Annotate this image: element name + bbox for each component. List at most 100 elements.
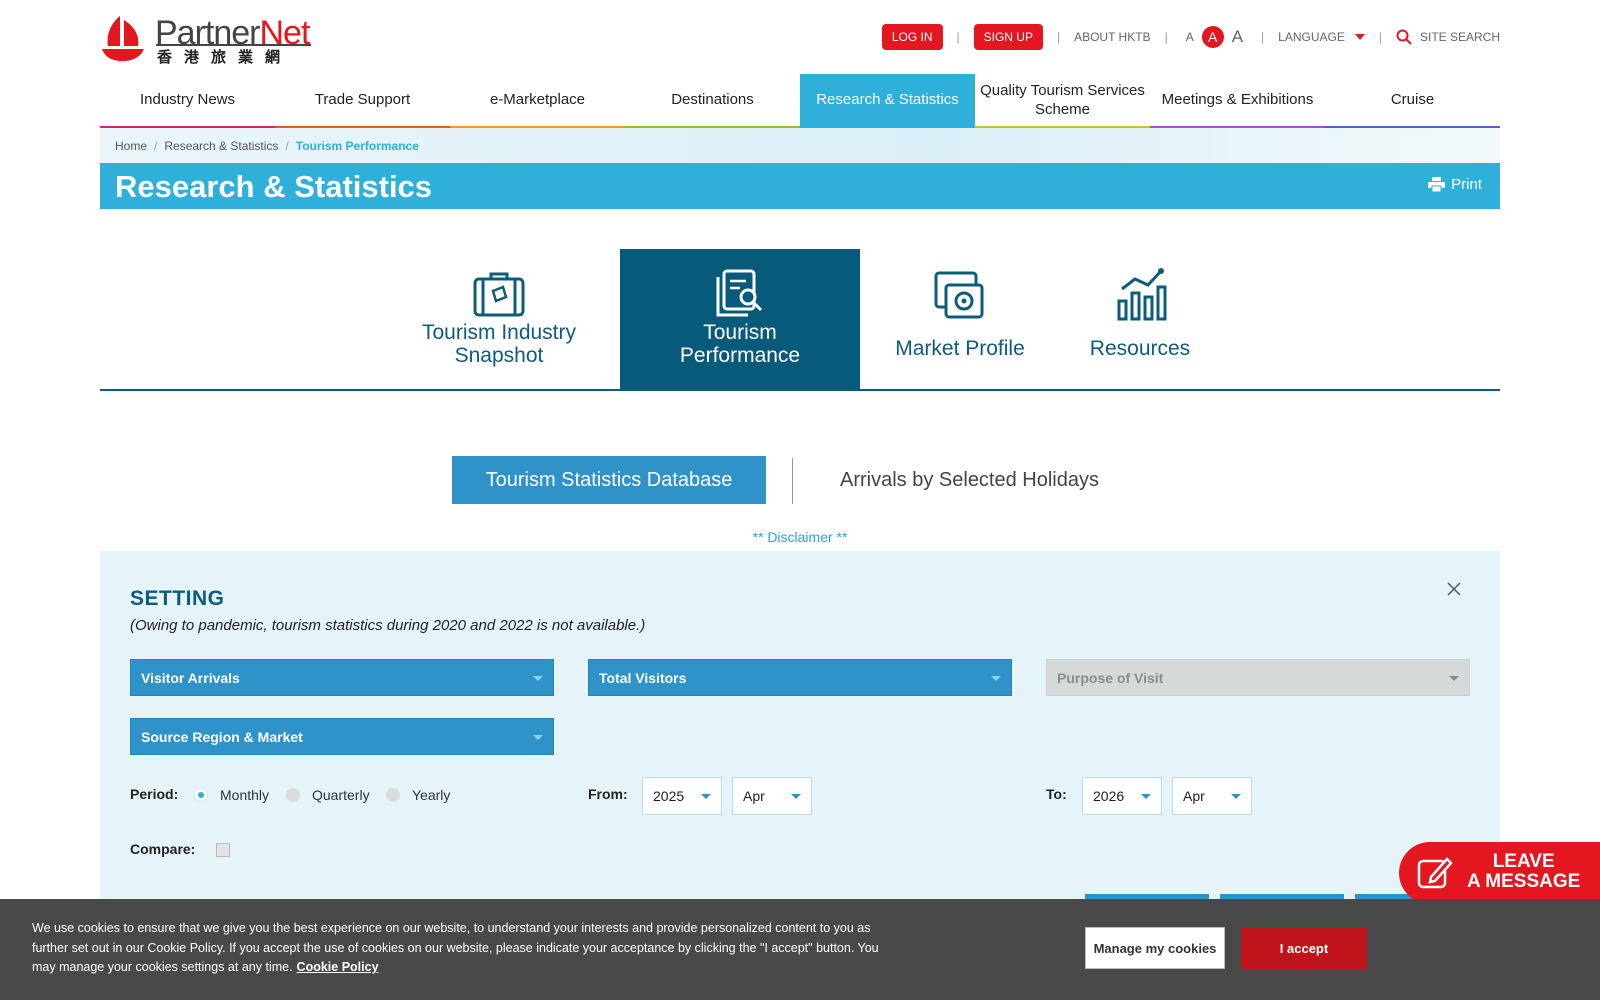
indicator-select-value: Visitor Arrivals bbox=[141, 669, 240, 686]
site-search-label: SITE SEARCH bbox=[1419, 30, 1500, 44]
to-label: To: bbox=[1046, 786, 1067, 802]
nav-quality-tourism[interactable]: Quality Tourism Services Scheme bbox=[975, 74, 1150, 128]
divider: | bbox=[1378, 30, 1382, 44]
partnernet-logo[interactable]: PartnerNet 香港旅業網 bbox=[100, 14, 315, 66]
caret-down-icon bbox=[1231, 794, 1241, 799]
breadcrumb-home[interactable]: Home bbox=[115, 139, 147, 153]
nav-meetings-exhibitions[interactable]: Meetings & Exhibitions bbox=[1150, 74, 1325, 128]
radio-label: Monthly bbox=[220, 787, 270, 803]
nav-industry-news[interactable]: Industry News bbox=[100, 74, 275, 128]
market-profile-icon bbox=[934, 271, 984, 319]
chart-icon bbox=[1117, 268, 1167, 321]
to-year-select[interactable]: 2026 bbox=[1082, 777, 1162, 815]
nav-destinations[interactable]: Destinations bbox=[625, 74, 800, 128]
tab-resources[interactable]: Resources bbox=[1020, 249, 1260, 389]
radio-unchecked-icon bbox=[286, 788, 300, 802]
font-size-medium-button[interactable]: A bbox=[1201, 26, 1224, 48]
font-size-large-button[interactable]: A bbox=[1232, 27, 1243, 47]
radio-label: Yearly bbox=[412, 787, 451, 803]
to-month-select[interactable]: Apr bbox=[1172, 777, 1252, 815]
utility-bar: LOG IN | SIGN UP | ABOUT HKTB | A A A | … bbox=[881, 24, 1500, 50]
nav-research-statistics[interactable]: Research & Statistics bbox=[800, 74, 975, 128]
divider: | bbox=[956, 30, 960, 44]
category-tabs: Tourism Industry Snapshot Tourism Perfor… bbox=[100, 249, 1500, 391]
leave-message-label: LEAVE A MESSAGE bbox=[1467, 851, 1581, 892]
language-dropdown[interactable]: LANGUAGE bbox=[1278, 30, 1365, 44]
to-year-value: 2026 bbox=[1093, 788, 1125, 804]
disclaimer-link[interactable]: ** Disclaimer ** bbox=[0, 529, 1600, 545]
tab-tourism-statistics-database[interactable]: Tourism Statistics Database bbox=[452, 456, 766, 504]
visitor-type-select-value: Total Visitors bbox=[599, 669, 687, 686]
luggage-icon bbox=[473, 272, 525, 317]
compare-checkbox[interactable] bbox=[216, 843, 230, 857]
print-label: Print bbox=[1451, 176, 1482, 193]
breadcrumb-current: Tourism Performance bbox=[295, 139, 419, 153]
compare-label: Compare: bbox=[130, 841, 196, 857]
from-month-select[interactable]: Apr bbox=[732, 777, 812, 815]
leave-message-button[interactable]: LEAVE A MESSAGE bbox=[1399, 842, 1600, 904]
radio-unchecked-icon bbox=[386, 788, 400, 802]
font-size-small-button[interactable]: A bbox=[1186, 30, 1194, 44]
period-monthly-radio[interactable]: Monthly bbox=[194, 787, 269, 803]
tab-label: Tourism Industry Snapshot bbox=[421, 321, 577, 368]
tab-tourism-performance[interactable]: Tourism Performance bbox=[620, 249, 860, 389]
document-search-icon bbox=[716, 269, 763, 317]
divider: | bbox=[1056, 30, 1061, 44]
setting-title: SETTING bbox=[130, 587, 225, 610]
setting-note: (Owing to pandemic, tourism statistics d… bbox=[130, 617, 646, 634]
caret-down-icon bbox=[1449, 676, 1459, 681]
search-icon bbox=[1396, 29, 1412, 45]
caret-down-icon bbox=[1354, 34, 1365, 40]
edit-icon bbox=[1417, 857, 1453, 889]
cookie-message: We use cookies to ensure that we give yo… bbox=[32, 921, 879, 974]
nav-e-marketplace[interactable]: e-Marketplace bbox=[450, 74, 625, 128]
period-yearly-radio[interactable]: Yearly bbox=[386, 787, 450, 803]
site-search-button[interactable]: SITE SEARCH bbox=[1396, 29, 1500, 45]
login-button[interactable]: LOG IN bbox=[881, 24, 943, 50]
cookie-policy-link[interactable]: Cookie Policy bbox=[297, 960, 379, 974]
from-label: From: bbox=[588, 786, 628, 802]
caret-down-icon bbox=[533, 735, 543, 740]
period-label: Period: bbox=[130, 786, 179, 802]
from-year-select[interactable]: 2025 bbox=[642, 777, 722, 815]
tab-arrivals-by-selected-holidays[interactable]: Arrivals by Selected Holidays bbox=[840, 456, 1140, 504]
caret-down-icon bbox=[701, 794, 711, 799]
manage-cookies-button[interactable]: Manage my cookies bbox=[1085, 927, 1225, 969]
about-hktb-link[interactable]: ABOUT HKTB bbox=[1074, 30, 1150, 44]
from-month-value: Apr bbox=[743, 788, 765, 804]
language-label: LANGUAGE bbox=[1278, 30, 1345, 44]
tab-tourism-industry-snapshot[interactable]: Tourism Industry Snapshot bbox=[379, 249, 619, 389]
cookie-banner: We use cookies to ensure that we give yo… bbox=[0, 899, 1600, 1000]
indicator-select[interactable]: Visitor Arrivals bbox=[130, 659, 554, 696]
divider: | bbox=[1261, 30, 1265, 44]
logo-chinese-text: 香港旅業網 bbox=[157, 48, 293, 66]
purpose-of-visit-select-value: Purpose of Visit bbox=[1057, 669, 1164, 686]
period-quarterly-radio[interactable]: Quarterly bbox=[286, 787, 370, 803]
visitor-type-select[interactable]: Total Visitors bbox=[588, 659, 1012, 696]
printer-icon bbox=[1428, 177, 1446, 192]
nav-trade-support[interactable]: Trade Support bbox=[275, 74, 450, 128]
purpose-of-visit-select[interactable]: Purpose of Visit bbox=[1046, 659, 1470, 696]
caret-down-icon bbox=[1141, 794, 1151, 799]
caret-down-icon bbox=[991, 676, 1001, 681]
junk-boat-logo-icon bbox=[102, 16, 144, 61]
caret-down-icon bbox=[533, 676, 543, 681]
breadcrumb-research[interactable]: Research & Statistics bbox=[164, 139, 278, 153]
radio-label: Quarterly bbox=[312, 787, 370, 803]
page-title-bar: Research & Statistics Print bbox=[100, 163, 1500, 209]
signup-button[interactable]: SIGN UP bbox=[973, 24, 1043, 50]
source-region-select-value: Source Region & Market bbox=[141, 728, 303, 745]
print-button[interactable]: Print bbox=[1428, 176, 1482, 193]
from-year-value: 2025 bbox=[653, 788, 685, 804]
to-month-value: Apr bbox=[1183, 788, 1205, 804]
tab-label: Resources bbox=[1089, 337, 1191, 360]
radio-checked-icon bbox=[194, 788, 208, 802]
close-icon[interactable] bbox=[1446, 581, 1462, 597]
caret-down-icon bbox=[791, 794, 801, 799]
page-title: Research & Statistics bbox=[115, 169, 433, 204]
accept-cookies-button[interactable]: I accept bbox=[1241, 927, 1367, 969]
main-navigation: Industry News Trade Support e-Marketplac… bbox=[100, 74, 1500, 128]
nav-cruise[interactable]: Cruise bbox=[1325, 74, 1500, 128]
source-region-select[interactable]: Source Region & Market bbox=[130, 718, 554, 755]
divider: | bbox=[1164, 30, 1168, 44]
